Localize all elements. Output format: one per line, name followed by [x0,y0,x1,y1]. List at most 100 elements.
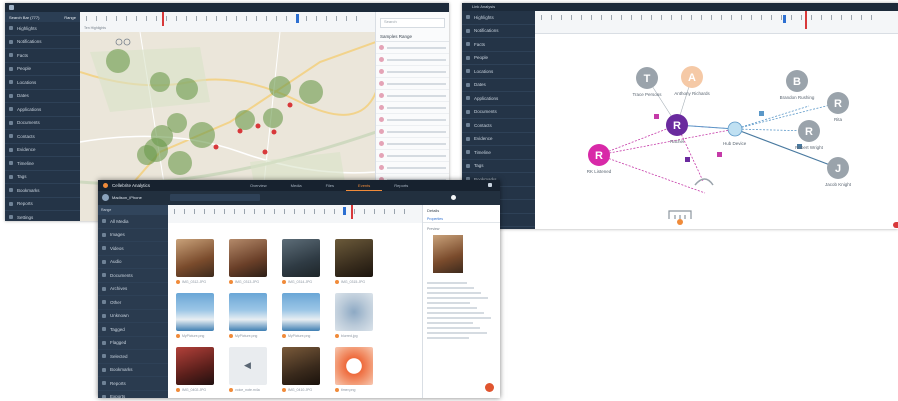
media-sidebar-item[interactable]: Videos [98,242,168,256]
sidebar-item[interactable]: Applications [5,103,80,117]
nav-tab[interactable]: Overview [238,180,279,191]
panel-search-input[interactable]: Search [380,18,445,28]
list-item[interactable] [376,54,449,66]
nav-tab[interactable]: Media [279,180,314,191]
list-item[interactable] [376,150,449,162]
list-item[interactable] [376,138,449,150]
nav-tab[interactable]: Files [314,180,346,191]
nav-tab[interactable]: Events [346,180,383,191]
sidebar-item[interactable]: Settings [5,211,80,221]
graph-timeline-bar[interactable] [535,11,898,34]
media-sidebar-item[interactable]: Images [98,229,168,242]
media-sidebar-item[interactable]: Tagged [98,323,168,337]
media-sidebar-item[interactable]: Reports [98,377,168,391]
media-thumbnail[interactable] [282,293,320,331]
media-thumbnail[interactable] [176,293,214,331]
range-label[interactable]: Range [64,15,76,20]
sidebar-item[interactable]: Bookmarks [5,184,80,198]
sidebar-item[interactable]: Tags [5,171,80,184]
media-thumbnail[interactable] [229,239,267,277]
media-thumbnail[interactable] [335,239,373,277]
sidebar-item[interactable]: Contacts [5,130,80,144]
timeline-tick [394,209,395,214]
case-name[interactable]: Madison_iPhone [112,195,142,200]
list-item[interactable] [376,42,449,54]
list-item[interactable] [376,90,449,102]
sidebar-item[interactable]: Locations [5,76,80,90]
media-filter-label[interactable]: Range [101,208,111,212]
chat-bubble-icon[interactable] [485,383,494,392]
sidebar-item[interactable]: Reports [5,198,80,211]
list-item[interactable] [376,78,449,90]
timeline-tick [771,15,772,20]
graph-node[interactable]: A Anthony Richards [674,66,711,96]
media-sidebar-item[interactable]: Exports [98,391,168,398]
media-sidebar-item[interactable]: Unknown [98,310,168,323]
nav-item-icon [9,107,13,112]
media-sidebar-item[interactable]: Audio [98,256,168,269]
media-thumbnail[interactable] [176,347,214,385]
timeline-bar[interactable]: Ten Highlights [80,12,376,33]
media-thumbnail[interactable] [335,293,373,331]
nav-item-label: Documents [17,120,40,126]
sidebar-item[interactable]: Documents [5,117,80,130]
media-thumbnail[interactable] [229,293,267,331]
graph-node[interactable]: R Rachel [666,114,688,144]
sidebar-item[interactable]: Highlights [5,22,80,36]
media-sidebar-item[interactable]: Archives [98,283,168,296]
sidebar-item[interactable]: Facts [5,49,80,63]
details-tab[interactable]: Properties [423,216,500,223]
graph-sidebar-item[interactable]: Dates [462,79,535,92]
timeline-tick [226,16,227,21]
timeline-tick [286,16,287,21]
graph-sidebar-item[interactable]: Documents [462,106,535,119]
media-thumbnail[interactable] [282,347,320,385]
media-sidebar-item[interactable]: Flagged [98,337,168,350]
notifications-icon[interactable] [488,183,492,187]
graph-node[interactable]: R RK Listened [587,144,612,174]
list-item[interactable] [376,126,449,138]
graph-sidebar-item[interactable]: Notifications [462,25,535,38]
graph-sidebar-item[interactable]: Evidence [462,133,535,146]
graph-sidebar-item[interactable]: Tags [462,160,535,173]
timeline-tick [216,16,217,21]
hub-node[interactable] [727,121,743,137]
graph-node[interactable]: J Jacob Knight [825,157,852,187]
graph-sidebar-item[interactable]: Contacts [462,119,535,133]
sidebar-item[interactable]: People [5,63,80,76]
list-item[interactable] [376,114,449,126]
graph-node[interactable]: B Brandon Rushing [780,70,815,100]
media-thumbnail[interactable] [282,239,320,277]
sidebar-item[interactable]: Dates [5,90,80,103]
graph-sidebar-item[interactable]: Applications [462,92,535,106]
media-sidebar-item[interactable]: Bookmarks [98,364,168,377]
graph-sidebar-item[interactable]: People [462,52,535,65]
sidebar-item[interactable]: Evidence [5,144,80,157]
list-item[interactable] [376,162,449,174]
media-sidebar-item[interactable]: Other [98,296,168,310]
link-graph[interactable]: Hub Device T Trace Persons A Anthony Richar… [535,33,898,229]
media-thumbnail[interactable] [335,347,373,385]
graph-node[interactable]: R Rita [827,92,849,122]
map-sidebar: Search Bar (777) Range Highlights Notific… [5,12,80,221]
list-item[interactable] [376,102,449,114]
media-sidebar-item[interactable]: Documents [98,269,168,283]
graph-node[interactable]: T Trace Persons [632,67,662,97]
case-search-input[interactable] [170,194,260,201]
sidebar-item[interactable]: Notifications [5,36,80,49]
nav-tab[interactable]: Reports [382,180,420,191]
graph-sidebar-item[interactable]: Highlights [462,11,535,25]
timeline-tick [871,15,872,20]
graph-sidebar-item[interactable]: Timeline [462,146,535,160]
media-timeline[interactable] [168,205,423,224]
list-item[interactable] [376,66,449,78]
media-thumbnail[interactable] [176,239,214,277]
settings-icon[interactable] [451,195,456,200]
graph-sidebar-item[interactable]: Facts [462,38,535,52]
graph-sidebar-item[interactable]: Locations [462,65,535,79]
graph-node[interactable]: R Robert Wright [795,120,824,150]
media-sidebar-item[interactable]: Selected [98,350,168,364]
media-sidebar-item[interactable]: All Media [98,215,168,229]
sidebar-item[interactable]: Timeline [5,157,80,171]
edge-marker [893,222,898,228]
